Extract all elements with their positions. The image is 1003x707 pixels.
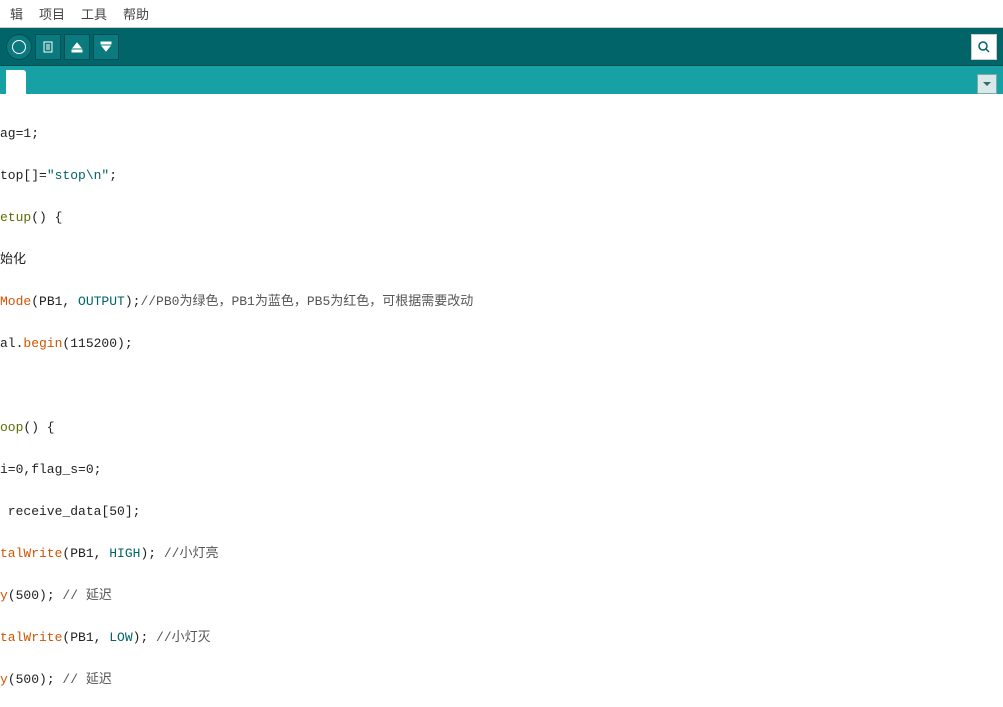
open-button[interactable] bbox=[64, 34, 90, 60]
menu-help[interactable]: 帮助 bbox=[117, 2, 155, 25]
document-icon bbox=[41, 40, 55, 54]
verify-button[interactable] bbox=[6, 34, 32, 60]
code-line: talWrite(PB1, HIGH); //小灯亮 bbox=[0, 543, 1003, 564]
tabbar bbox=[0, 66, 1003, 94]
toolbar bbox=[0, 28, 1003, 66]
tab-menu-button[interactable] bbox=[977, 74, 997, 94]
code-line: ag=1; bbox=[0, 123, 1003, 144]
serial-monitor-button[interactable] bbox=[971, 34, 997, 60]
code-line bbox=[0, 375, 1003, 396]
menubar: 辑 项目 工具 帮助 bbox=[0, 0, 1003, 28]
code-line: receive_data[50]; bbox=[0, 501, 1003, 522]
check-icon bbox=[12, 40, 26, 54]
code-line: Mode(PB1, OUTPUT);//PB0为绿色，PB1为蓝色，PB5为红色… bbox=[0, 291, 1003, 312]
code-line: y(500); // 延迟 bbox=[0, 669, 1003, 690]
menu-tools[interactable]: 工具 bbox=[75, 2, 113, 25]
code-line: y(500); // 延迟 bbox=[0, 585, 1003, 606]
menu-bian[interactable]: 辑 bbox=[4, 2, 29, 25]
search-icon bbox=[977, 40, 991, 54]
arrow-down-icon bbox=[99, 40, 113, 54]
code-line: etup() { bbox=[0, 207, 1003, 228]
sketch-tab[interactable] bbox=[6, 70, 26, 94]
new-button[interactable] bbox=[35, 34, 61, 60]
code-line: i=0,flag_s=0; bbox=[0, 459, 1003, 480]
chevron-down-icon bbox=[982, 79, 992, 89]
code-line: talWrite(PB1, LOW); //小灯灭 bbox=[0, 627, 1003, 648]
code-line: oop() { bbox=[0, 417, 1003, 438]
save-button[interactable] bbox=[93, 34, 119, 60]
arrow-up-icon bbox=[70, 40, 84, 54]
code-editor[interactable]: ag=1; top[]="stop\n"; etup() { 始化 Mode(P… bbox=[0, 94, 1003, 707]
code-line: al.begin(115200); bbox=[0, 333, 1003, 354]
code-line: top[]="stop\n"; bbox=[0, 165, 1003, 186]
menu-project[interactable]: 项目 bbox=[33, 2, 71, 25]
code-line: 始化 bbox=[0, 249, 1003, 270]
